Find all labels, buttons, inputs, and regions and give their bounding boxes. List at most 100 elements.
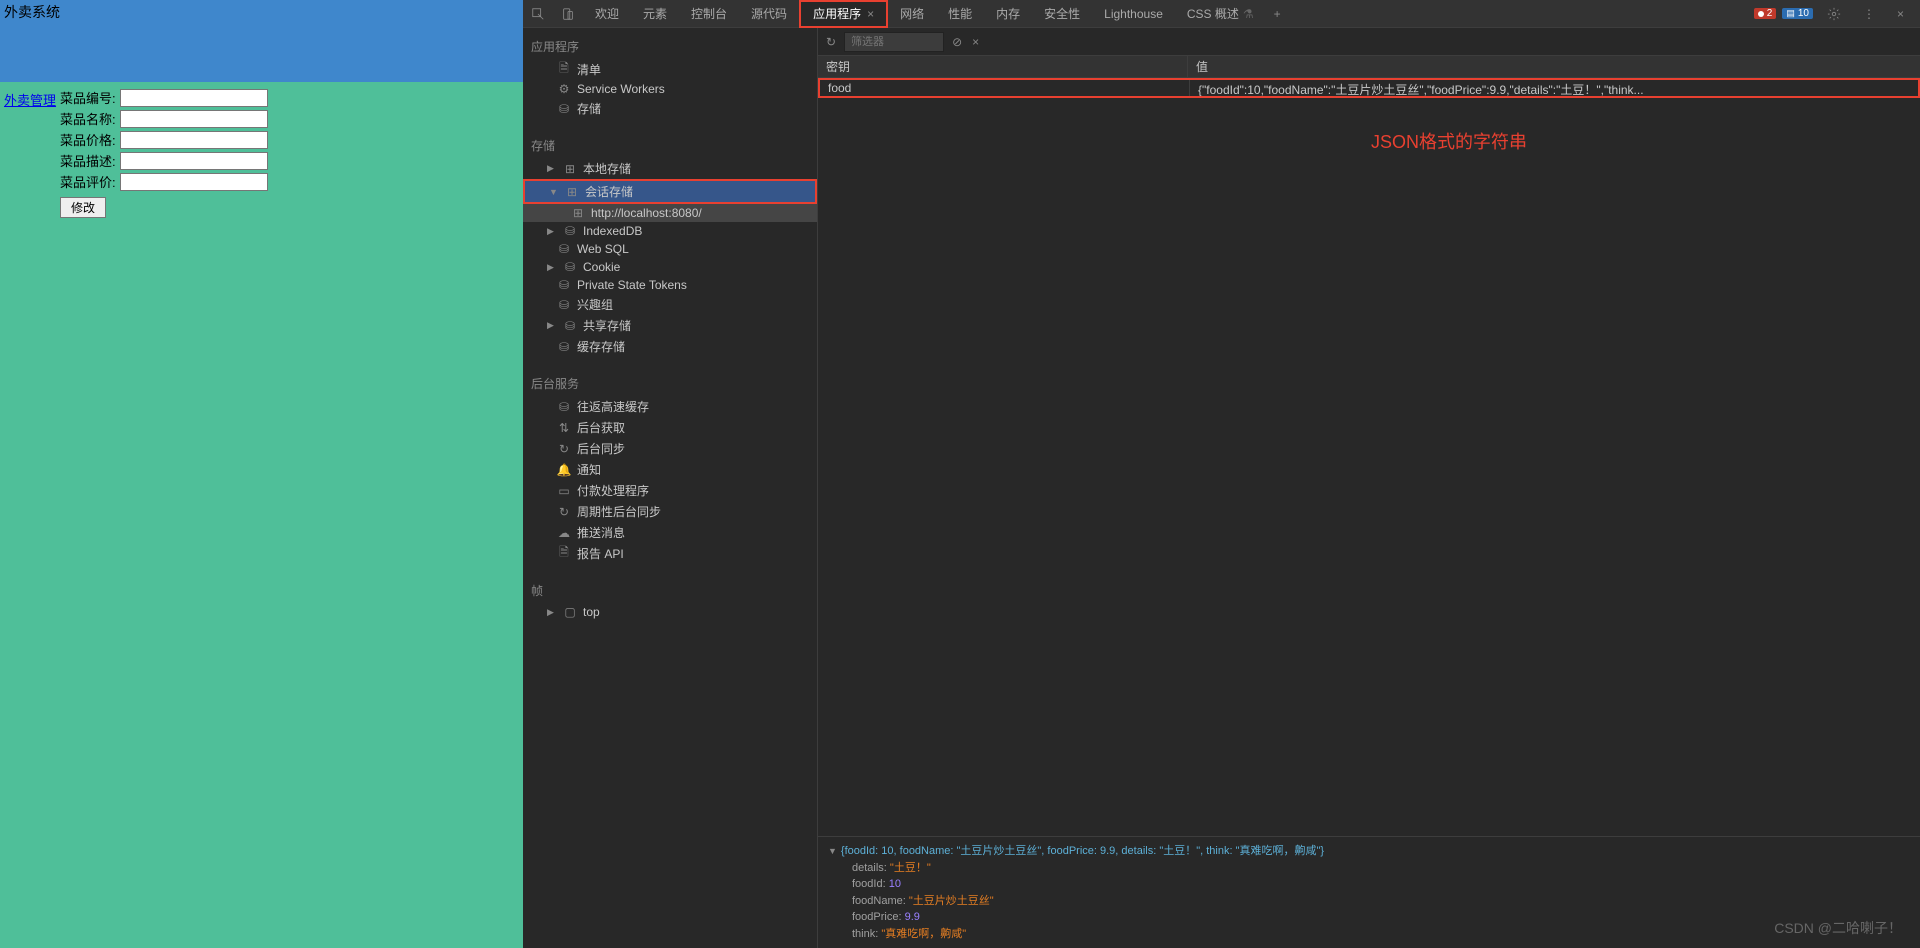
filter-bar: ↻ ⊘ × xyxy=(818,28,1920,56)
tab-css-overview[interactable]: CSS 概述 ⚗ xyxy=(1175,0,1266,28)
card-icon: ▭ xyxy=(557,484,571,498)
inspect-icon[interactable] xyxy=(523,0,553,28)
sidebar-service-workers[interactable]: ⚙Service Workers xyxy=(523,80,817,98)
sidebar-cache-storage[interactable]: ⛁缓存存储 xyxy=(523,336,817,357)
th-value[interactable]: 值 xyxy=(1188,56,1920,77)
filter-input[interactable] xyxy=(844,32,944,52)
th-key[interactable]: 密钥 xyxy=(818,56,1188,77)
storage-icon: ⛁ xyxy=(557,102,571,116)
sidebar-indexeddb[interactable]: ▶⛁IndexedDB xyxy=(523,222,817,240)
refresh-icon[interactable]: ↻ xyxy=(824,33,838,51)
preview-summary[interactable]: ▼{foodId: 10, foodName: "土豆片炒土豆丝", foodP… xyxy=(828,843,1910,860)
webapp-panel: 外卖系统 外卖管理 菜品编号: 菜品名称: 菜品价格: 菜品描述: 菜品评价: … xyxy=(0,0,523,948)
close-devtools-icon[interactable]: × xyxy=(1889,0,1912,28)
preview-foodPrice: foodPrice: 9.9 xyxy=(828,909,1910,926)
sidebar-session-url[interactable]: ⊞http://localhost:8080/ xyxy=(523,204,817,222)
sidebar-payment[interactable]: ▭付款处理程序 xyxy=(523,480,817,501)
table-icon: ⊞ xyxy=(563,162,577,176)
sidebar-bg-fetch[interactable]: ⇅后台获取 xyxy=(523,417,817,438)
sidebar-websql[interactable]: ⛁Web SQL xyxy=(523,240,817,258)
section-frames: 帧 xyxy=(523,578,817,603)
tab-welcome[interactable]: 欢迎 xyxy=(583,0,631,28)
database-icon: ⛁ xyxy=(563,224,577,238)
sidebar-local-storage[interactable]: ▶⊞本地存储 xyxy=(523,158,817,179)
chevron-right-icon: ▶ xyxy=(547,320,557,331)
sync-icon: ↻ xyxy=(557,505,571,519)
application-sidebar: 应用程序 🗎清单 ⚙Service Workers ⛁存储 存储 ▶⊞本地存储 … xyxy=(523,28,818,948)
table-icon: ⊞ xyxy=(565,185,579,199)
tab-application[interactable]: 应用程序× xyxy=(799,0,888,28)
storage-row-food[interactable]: food {"foodId":10,"foodName":"土豆片炒土豆丝","… xyxy=(818,78,1920,98)
label-food-name: 菜品名称: xyxy=(60,109,120,128)
food-review-input[interactable] xyxy=(120,173,268,191)
database-icon: ⛁ xyxy=(557,400,571,414)
sync-icon: ↻ xyxy=(557,442,571,456)
app-body: 外卖管理 菜品编号: 菜品名称: 菜品价格: 菜品描述: 菜品评价: 修改 xyxy=(0,82,523,948)
sidebar-push[interactable]: ☁推送消息 xyxy=(523,522,817,543)
document-icon: 🗎 xyxy=(557,63,571,77)
sidebar-session-storage[interactable]: ▼⊞会话存储 xyxy=(523,179,817,204)
section-application: 应用程序 xyxy=(523,34,817,59)
modify-button[interactable]: 修改 xyxy=(60,197,106,218)
tab-security[interactable]: 安全性 xyxy=(1032,0,1092,28)
message-badge[interactable]: ▤10 xyxy=(1782,8,1813,19)
sidebar-bg-sync[interactable]: ↻后台同步 xyxy=(523,438,817,459)
preview-foodName: foodName: "土豆片炒土豆丝" xyxy=(828,893,1910,910)
sidebar-link[interactable]: 外卖管理 xyxy=(0,82,60,948)
storage-content: ↻ ⊘ × 密钥 值 food {"foodId":10,"foodName":… xyxy=(818,28,1920,948)
label-food-review: 菜品评价: xyxy=(60,172,120,191)
chevron-down-icon: ▼ xyxy=(549,187,559,197)
delete-icon[interactable]: × xyxy=(970,33,981,51)
sidebar-report-api[interactable]: 🗎报告 API xyxy=(523,543,817,564)
sidebar-periodic-sync[interactable]: ↻周期性后台同步 xyxy=(523,501,817,522)
tab-performance[interactable]: 性能 xyxy=(936,0,984,28)
sidebar-cookie[interactable]: ▶⛁Cookie xyxy=(523,258,817,276)
td-value: {"foodId":10,"foodName":"土豆片炒土豆丝","foodP… xyxy=(1190,80,1918,96)
more-icon[interactable]: ⋮ xyxy=(1855,0,1883,28)
devtools-panel: 欢迎 元素 控制台 源代码 应用程序× 网络 性能 内存 安全性 Lightho… xyxy=(523,0,1920,948)
chevron-right-icon: ▶ xyxy=(547,607,557,618)
preview-think: think: "真难吃啊，齁咸" xyxy=(828,926,1910,943)
label-food-desc: 菜品描述: xyxy=(60,151,120,170)
tab-network[interactable]: 网络 xyxy=(888,0,936,28)
td-key: food xyxy=(820,80,1190,96)
error-badge[interactable]: 2 xyxy=(1754,8,1777,19)
sidebar-manifest[interactable]: 🗎清单 xyxy=(523,59,817,80)
database-icon: ⛁ xyxy=(557,340,571,354)
gears-icon: ⚙ xyxy=(557,82,571,96)
food-price-input[interactable] xyxy=(120,131,268,149)
section-storage: 存储 xyxy=(523,133,817,158)
label-food-id: 菜品编号: xyxy=(60,88,120,107)
sidebar-private-tokens[interactable]: ⛁Private State Tokens xyxy=(523,276,817,294)
sidebar-shared-storage[interactable]: ▶⛁共享存储 xyxy=(523,315,817,336)
tab-console[interactable]: 控制台 xyxy=(679,0,739,28)
chevron-down-icon: ▼ xyxy=(828,846,837,856)
food-id-input[interactable] xyxy=(120,89,268,107)
plus-icon[interactable]: + xyxy=(1266,0,1289,28)
tab-memory[interactable]: 内存 xyxy=(984,0,1032,28)
window-icon: ▢ xyxy=(563,605,577,619)
gear-icon[interactable] xyxy=(1819,0,1849,28)
chevron-right-icon: ▶ xyxy=(547,226,557,237)
tab-sources[interactable]: 源代码 xyxy=(739,0,799,28)
devtools-main: 应用程序 🗎清单 ⚙Service Workers ⛁存储 存储 ▶⊞本地存储 … xyxy=(523,28,1920,948)
sidebar-bf-cache[interactable]: ⛁往返高速缓存 xyxy=(523,396,817,417)
sidebar-storage[interactable]: ⛁存储 xyxy=(523,98,817,119)
cloud-icon: ☁ xyxy=(557,526,571,540)
clear-icon[interactable]: ⊘ xyxy=(950,33,964,51)
tab-lighthouse[interactable]: Lighthouse xyxy=(1092,0,1175,28)
sidebar-interest[interactable]: ⛁兴趣组 xyxy=(523,294,817,315)
close-icon[interactable]: × xyxy=(867,7,874,21)
chevron-right-icon: ▶ xyxy=(547,163,557,174)
food-desc-input[interactable] xyxy=(120,152,268,170)
sidebar-frame-top[interactable]: ▶▢top xyxy=(523,603,817,621)
arrows-icon: ⇅ xyxy=(557,421,571,435)
label-food-price: 菜品价格: xyxy=(60,130,120,149)
preview-pane: ▼{foodId: 10, foodName: "土豆片炒土豆丝", foodP… xyxy=(818,836,1920,948)
annotation-text: JSON格式的字符串 xyxy=(818,98,1920,154)
food-name-input[interactable] xyxy=(120,110,268,128)
device-icon[interactable] xyxy=(553,0,583,28)
app-title: 外卖系统 xyxy=(0,0,523,82)
tab-elements[interactable]: 元素 xyxy=(631,0,679,28)
sidebar-notifications[interactable]: 🔔通知 xyxy=(523,459,817,480)
